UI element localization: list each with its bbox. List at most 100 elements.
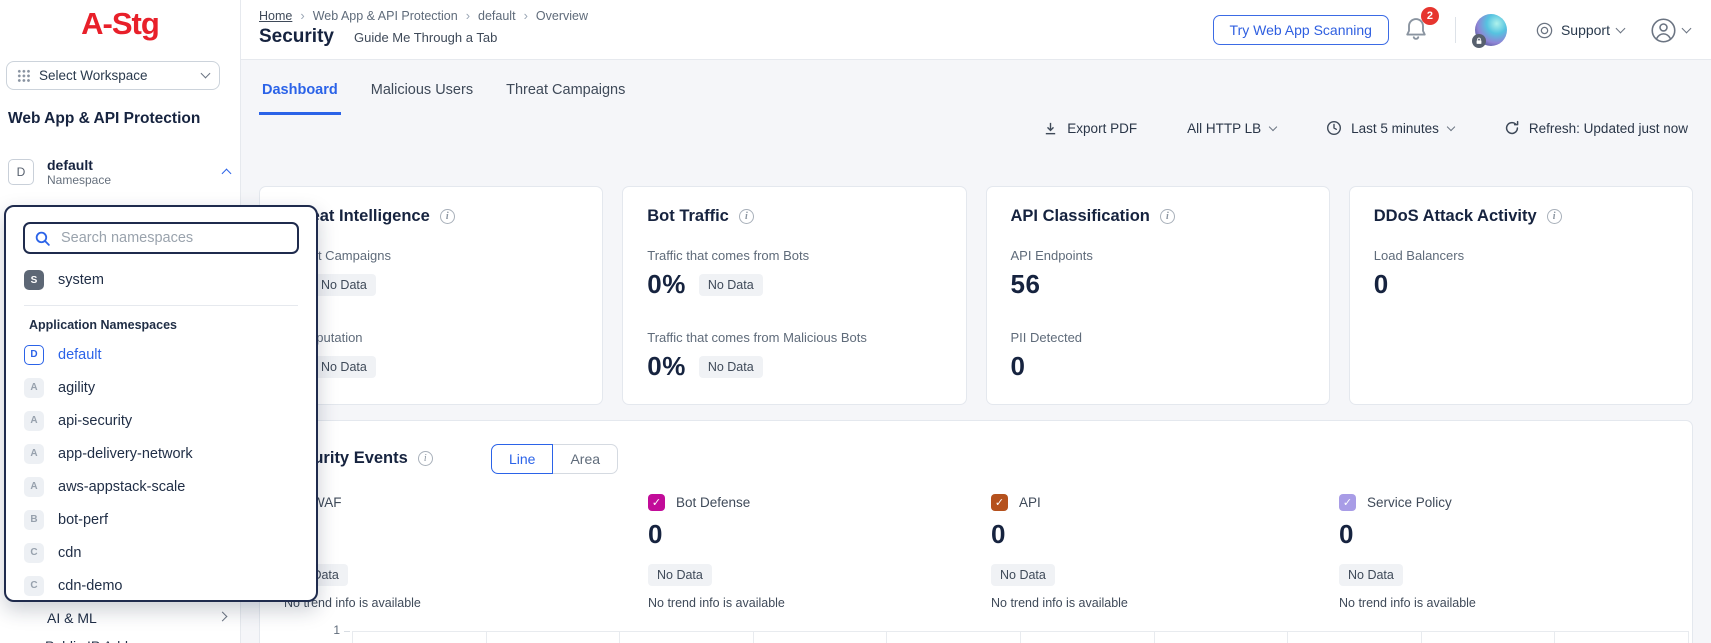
refresh-button[interactable]: Refresh: Updated just now bbox=[1504, 120, 1688, 136]
sidebar-item-public-ip[interactable]: Public IP Addresses bbox=[0, 632, 240, 643]
dropdown-group-header: Application Namespaces bbox=[6, 315, 316, 338]
try-web-app-scanning-button[interactable]: Try Web App Scanning bbox=[1213, 15, 1389, 45]
legend-label: Bot Defense bbox=[676, 495, 750, 510]
lifebuoy-icon bbox=[1535, 21, 1554, 40]
lock-icon bbox=[1472, 34, 1486, 48]
info-icon[interactable] bbox=[1160, 209, 1175, 224]
dropdown-item-label: api-security bbox=[58, 413, 132, 429]
chevron-down-icon bbox=[1269, 123, 1277, 131]
info-icon[interactable] bbox=[1547, 209, 1562, 224]
metric-value: 0% bbox=[647, 351, 686, 382]
no-data-badge: No Data bbox=[991, 564, 1055, 586]
legend-trend-text: No trend info is available bbox=[284, 596, 648, 610]
legend-value: 0 bbox=[648, 519, 991, 550]
dropdown-item-label: default bbox=[58, 347, 102, 363]
namespace-search[interactable] bbox=[23, 222, 299, 254]
security-events-chart: 1 bbox=[260, 611, 1689, 643]
dropdown-item-label: system bbox=[58, 272, 104, 288]
chevron-up-icon bbox=[222, 169, 232, 179]
breadcrumb-item[interactable]: default bbox=[478, 9, 516, 23]
info-icon[interactable] bbox=[418, 451, 433, 466]
security-events-legend: WAF 0 No Data No trend info is available… bbox=[260, 494, 1692, 610]
grid-icon bbox=[17, 69, 30, 82]
workspace-selector-label: Select Workspace bbox=[39, 68, 193, 83]
sidebar-item-ai-ml[interactable]: AI & ML bbox=[0, 604, 240, 632]
chevron-down-icon bbox=[1447, 123, 1455, 131]
dropdown-item-api-security[interactable]: A api-security bbox=[6, 404, 316, 437]
refresh-label: Refresh: Updated just now bbox=[1529, 121, 1688, 136]
breadcrumb-separator bbox=[300, 8, 304, 23]
dropdown-item-label: cdn bbox=[58, 545, 81, 561]
dropdown-item-label: app-delivery-network bbox=[58, 446, 193, 462]
breadcrumb-item[interactable]: Web App & API Protection bbox=[313, 9, 458, 23]
lb-filter-dropdown[interactable]: All HTTP LB bbox=[1187, 121, 1276, 136]
dropdown-item-system[interactable]: S system bbox=[6, 264, 316, 296]
brand-logo: A-Stg bbox=[0, 6, 240, 42]
no-data-badge: No Data bbox=[1339, 564, 1403, 586]
info-icon[interactable] bbox=[739, 209, 754, 224]
no-data-badge: No Data bbox=[312, 356, 376, 378]
breadcrumb-separator bbox=[466, 8, 470, 23]
tab-malicious-users[interactable]: Malicious Users bbox=[368, 60, 476, 115]
dropdown-item-cdn[interactable]: C cdn bbox=[6, 536, 316, 569]
breadcrumb-item: Overview bbox=[536, 9, 588, 23]
no-data-badge: No Data bbox=[312, 274, 376, 296]
legend-label: Service Policy bbox=[1367, 495, 1452, 510]
dropdown-item-aws-appstack-scale[interactable]: A aws-appstack-scale bbox=[6, 470, 316, 503]
info-icon[interactable] bbox=[440, 209, 455, 224]
toggle-area-button[interactable]: Area bbox=[553, 444, 618, 474]
metric-label: Load Balancers bbox=[1374, 248, 1668, 263]
tab-threat-campaigns[interactable]: Threat Campaigns bbox=[503, 60, 628, 115]
guide-me-link[interactable]: Guide Me Through a Tab bbox=[354, 30, 497, 45]
metric-label: PII Detected bbox=[1011, 330, 1305, 345]
time-range-label: Last 5 minutes bbox=[1351, 121, 1439, 136]
namespace-initial-badge: C bbox=[24, 576, 44, 596]
notifications-button[interactable]: 2 bbox=[1401, 13, 1435, 47]
refresh-icon bbox=[1504, 120, 1520, 136]
time-range-dropdown[interactable]: Last 5 minutes bbox=[1326, 120, 1454, 136]
namespace-dropdown: S system Application Namespaces D defaul… bbox=[4, 205, 318, 602]
namespace-initial-badge: S bbox=[24, 270, 44, 290]
download-icon bbox=[1043, 121, 1058, 136]
breadcrumb-separator bbox=[524, 8, 528, 23]
dropdown-item-bot-perf[interactable]: B bot-perf bbox=[6, 503, 316, 536]
export-pdf-button[interactable]: Export PDF bbox=[1043, 121, 1137, 136]
metric-label: IP Reputation bbox=[284, 330, 578, 345]
dropdown-item-app-delivery-network[interactable]: A app-delivery-network bbox=[6, 437, 316, 470]
card-ddos-attack-activity: DDoS Attack Activity Load Balancers 0 bbox=[1349, 186, 1693, 405]
legend-checkbox[interactable] bbox=[991, 494, 1008, 511]
account-menu[interactable] bbox=[1650, 17, 1690, 44]
namespace-initial-badge: A bbox=[24, 444, 44, 464]
metric-value: 56 bbox=[1011, 269, 1041, 300]
namespace-initial-badge: B bbox=[24, 510, 44, 530]
tenant-avatar[interactable] bbox=[1475, 14, 1507, 46]
notification-count-badge: 2 bbox=[1421, 7, 1439, 25]
dropdown-item-agility[interactable]: A agility bbox=[6, 371, 316, 404]
dashboard-toolbar: Export PDF All HTTP LB Last 5 minutes Re… bbox=[1043, 120, 1688, 136]
lb-filter-label: All HTTP LB bbox=[1187, 121, 1261, 136]
workspace-selector[interactable]: Select Workspace bbox=[6, 61, 220, 90]
dropdown-item-cdn-demo[interactable]: C cdn-demo bbox=[6, 569, 316, 602]
legend-checkbox[interactable] bbox=[648, 494, 665, 511]
card-bot-traffic: Bot Traffic Traffic that comes from Bots… bbox=[622, 186, 966, 405]
legend-trend-text: No trend info is available bbox=[991, 596, 1339, 610]
namespace-initial-badge: D bbox=[8, 159, 34, 185]
legend-trend-text: No trend info is available bbox=[648, 596, 991, 610]
breadcrumb: Home Web App & API Protection default Ov… bbox=[259, 8, 588, 23]
metric-label: Traffic that comes from Malicious Bots bbox=[647, 330, 941, 345]
card-title: API Classification bbox=[1011, 207, 1150, 226]
metric-label: API Endpoints bbox=[1011, 248, 1305, 263]
no-data-badge: No Data bbox=[648, 564, 712, 586]
namespace-search-input[interactable] bbox=[59, 229, 288, 247]
namespace-selector[interactable]: D default Namespace bbox=[8, 150, 230, 194]
namespace-sublabel: Namespace bbox=[47, 173, 223, 188]
legend-checkbox[interactable] bbox=[1339, 494, 1356, 511]
chart-type-toggle: Line Area bbox=[491, 444, 618, 474]
sidebar-section-title: Web App & API Protection bbox=[8, 110, 200, 128]
support-menu[interactable]: Support bbox=[1535, 21, 1624, 40]
breadcrumb-home-link[interactable]: Home bbox=[259, 9, 292, 23]
metric-label: Threat Campaigns bbox=[284, 248, 578, 263]
dropdown-item-default[interactable]: D default bbox=[6, 338, 316, 371]
tab-dashboard[interactable]: Dashboard bbox=[259, 60, 341, 115]
toggle-line-button[interactable]: Line bbox=[491, 444, 553, 474]
